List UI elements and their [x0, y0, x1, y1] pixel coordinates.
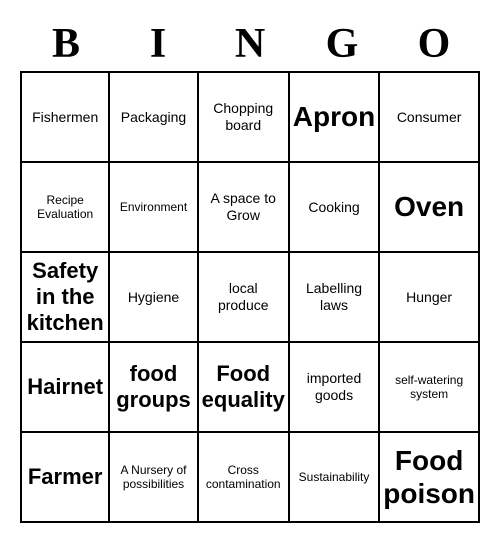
bingo-cell-0[interactable]: Fishermen: [22, 73, 110, 163]
cell-text-2: Chopping board: [202, 100, 285, 134]
bingo-cell-17[interactable]: Food equality: [199, 343, 290, 433]
cell-text-7: A space to Grow: [202, 190, 285, 224]
cell-text-16: food groups: [113, 361, 193, 414]
bingo-cell-15[interactable]: Hairnet: [22, 343, 110, 433]
bingo-cell-10[interactable]: Safety in the kitchen: [22, 253, 110, 343]
bingo-cell-24[interactable]: Food poison: [380, 433, 480, 523]
bingo-letter-o: O: [388, 21, 480, 67]
bingo-cell-14[interactable]: Hunger: [380, 253, 480, 343]
cell-text-24: Food poison: [383, 444, 475, 511]
cell-text-10: Safety in the kitchen: [25, 258, 105, 337]
bingo-letter-g: G: [296, 21, 388, 67]
bingo-cell-9[interactable]: Oven: [380, 163, 480, 253]
bingo-cell-19[interactable]: self-watering system: [380, 343, 480, 433]
bingo-cell-3[interactable]: Apron: [290, 73, 380, 163]
bingo-cell-18[interactable]: imported goods: [290, 343, 380, 433]
cell-text-20: Farmer: [28, 464, 103, 490]
bingo-cell-5[interactable]: Recipe Evaluation: [22, 163, 110, 253]
cell-text-14: Hunger: [406, 289, 452, 306]
bingo-card: BINGO Fishermen Packaging Chopping boardAp…: [10, 11, 490, 533]
cell-text-17: Food equality: [202, 361, 285, 414]
cell-text-22: Cross contamination: [202, 463, 285, 492]
bingo-letter-b: B: [20, 21, 112, 67]
cell-text-0: Fishermen: [32, 109, 98, 126]
bingo-cell-23[interactable]: Sustainability: [290, 433, 380, 523]
bingo-cell-22[interactable]: Cross contamination: [199, 433, 290, 523]
bingo-cell-6[interactable]: Environment: [110, 163, 198, 253]
cell-text-12: local produce: [202, 280, 285, 314]
bingo-cell-4[interactable]: Consumer: [380, 73, 480, 163]
cell-text-11: Hygiene: [128, 289, 179, 306]
bingo-letter-n: N: [204, 21, 296, 67]
bingo-cell-20[interactable]: Farmer: [22, 433, 110, 523]
cell-text-4: Consumer: [397, 109, 462, 126]
bingo-cell-21[interactable]: A Nursery of possibilities: [110, 433, 198, 523]
cell-text-19: self-watering system: [383, 373, 475, 402]
cell-text-1: Packaging: [121, 109, 186, 126]
bingo-letter-i: I: [112, 21, 204, 67]
cell-text-5: Recipe Evaluation: [25, 193, 105, 222]
cell-text-15: Hairnet: [27, 374, 103, 400]
bingo-grid: Fishermen Packaging Chopping boardApron Con…: [20, 71, 480, 523]
cell-text-6: Environment: [120, 200, 187, 214]
cell-text-13: Labelling laws: [293, 280, 375, 314]
cell-text-8: Cooking: [308, 199, 359, 216]
bingo-cell-11[interactable]: Hygiene: [110, 253, 198, 343]
bingo-cell-2[interactable]: Chopping board: [199, 73, 290, 163]
bingo-cell-8[interactable]: Cooking: [290, 163, 380, 253]
bingo-header: BINGO: [20, 21, 480, 67]
cell-text-18: imported goods: [293, 370, 375, 404]
cell-text-9: Oven: [394, 190, 464, 224]
bingo-cell-13[interactable]: Labelling laws: [290, 253, 380, 343]
cell-text-23: Sustainability: [299, 470, 370, 484]
bingo-cell-16[interactable]: food groups: [110, 343, 198, 433]
bingo-cell-7[interactable]: A space to Grow: [199, 163, 290, 253]
bingo-cell-12[interactable]: local produce: [199, 253, 290, 343]
cell-text-3: Apron: [293, 100, 375, 134]
bingo-cell-1[interactable]: Packaging: [110, 73, 198, 163]
cell-text-21: A Nursery of possibilities: [113, 463, 193, 492]
